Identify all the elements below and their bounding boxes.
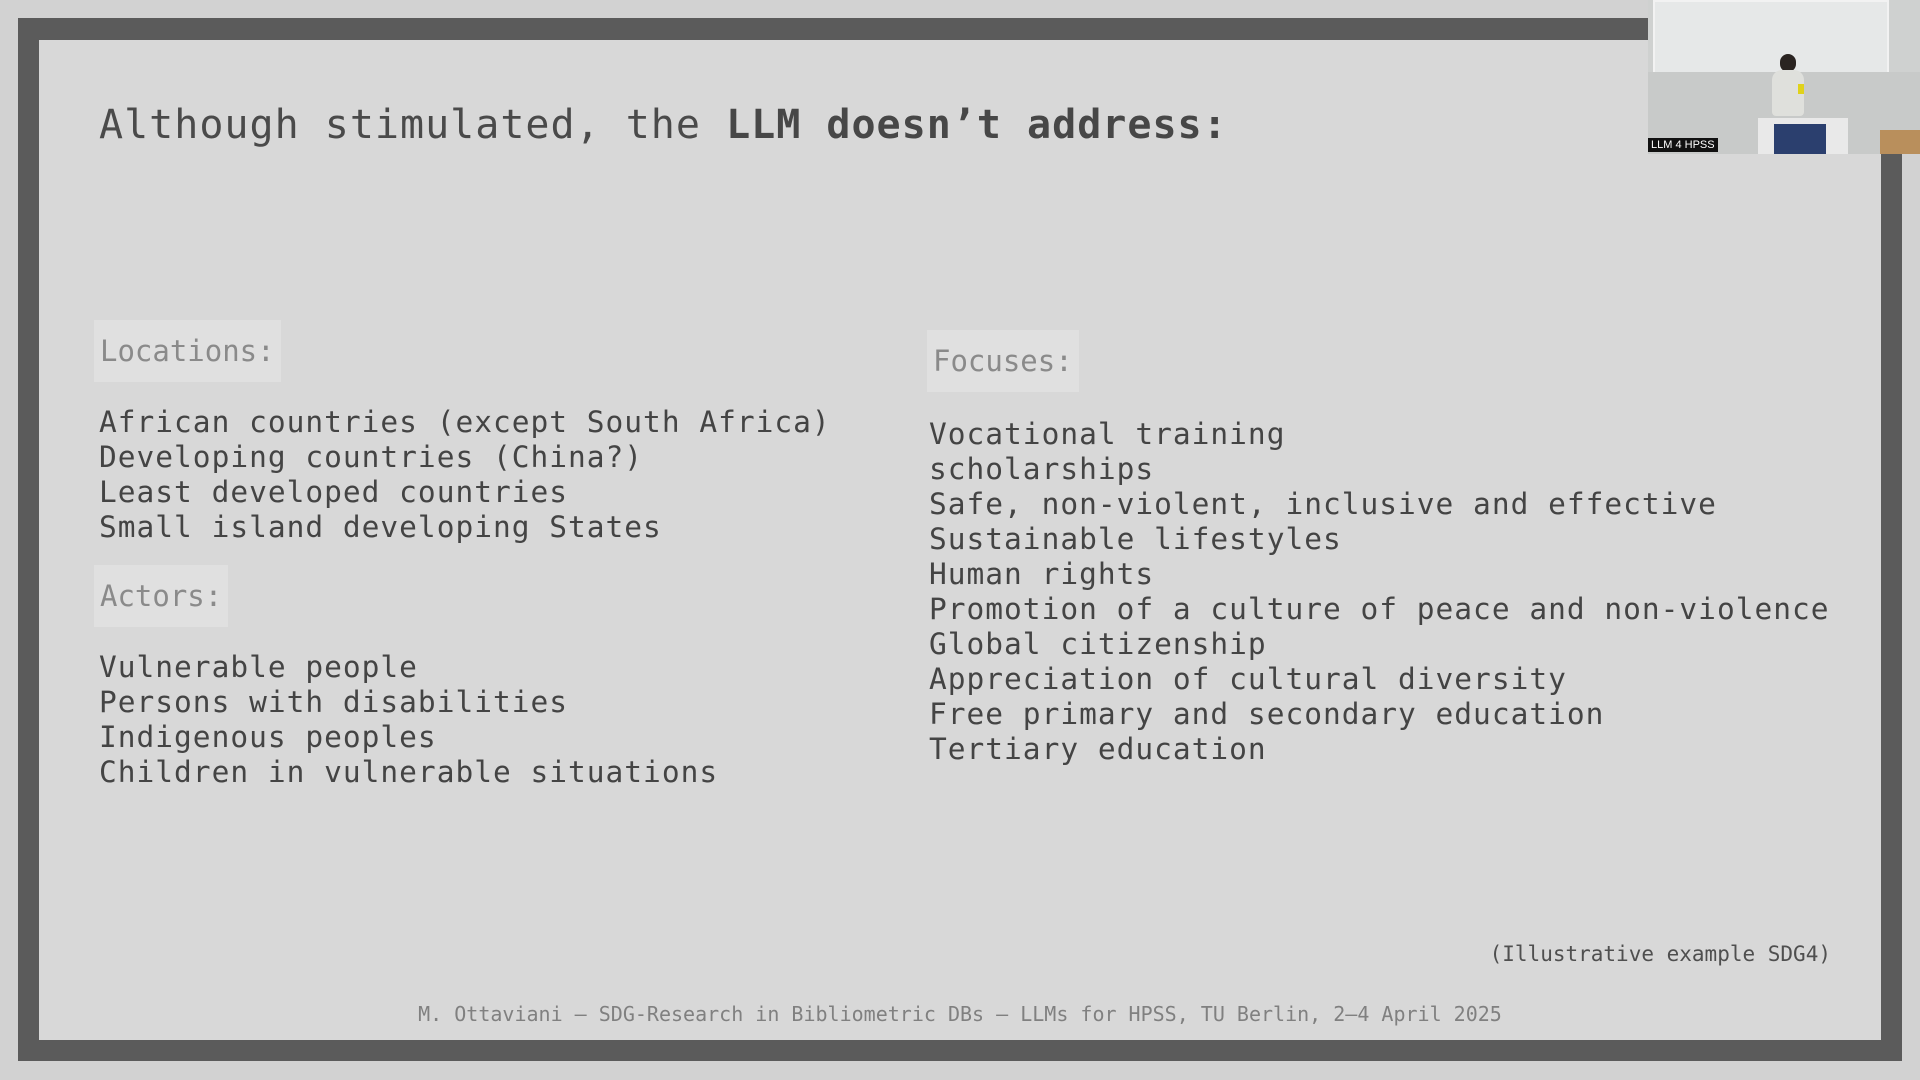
focuses-label: Focuses: [927, 330, 1079, 392]
list-item: Least developed countries [99, 475, 569, 509]
camera-label: LLM 4 HPSS [1648, 138, 1718, 152]
microphone-icon [1798, 84, 1804, 94]
slide-title: Although stimulated, the LLM doesn’t add… [99, 102, 1228, 148]
presentation-slide: Although stimulated, the LLM doesn’t add… [39, 40, 1881, 1040]
list-item: Promotion of a culture of peace and non-… [929, 592, 1830, 626]
list-item: Human rights [929, 557, 1155, 591]
wood-panel [1880, 130, 1920, 154]
list-item: Global citizenship [929, 627, 1267, 661]
slide-footer: M. Ottaviani – SDG-Research in Bibliomet… [418, 1002, 1502, 1026]
list-item: Children in vulnerable situations [99, 755, 719, 789]
lectern-panel [1774, 124, 1826, 154]
speaker-camera-overlay: LLM 4 HPSS [1648, 0, 1920, 154]
list-item: Small island developing States [99, 510, 662, 544]
list-item: Safe, non-violent, inclusive and effecti… [929, 487, 1717, 521]
slide-title-prefix: Although stimulated, the [99, 102, 727, 148]
list-item: Developing countries (China?) [99, 440, 644, 474]
list-item: Persons with disabilities [99, 685, 569, 719]
list-item: Vocational training [929, 417, 1286, 451]
list-item: Tertiary education [929, 732, 1267, 766]
actors-label: Actors: [94, 565, 229, 627]
focuses-list: Vocational training scholarships Safe, n… [929, 417, 1830, 767]
list-item: Vulnerable people [99, 650, 418, 684]
illustrative-note: (Illustrative example SDG4) [1489, 942, 1831, 966]
locations-label: Locations: [94, 320, 281, 382]
list-item: Indigenous peoples [99, 720, 437, 754]
projection-screen [1653, 0, 1889, 74]
list-item: Appreciation of cultural diversity [929, 662, 1567, 696]
locations-list: African countries (except South Africa) … [99, 405, 831, 545]
slide-title-bold: LLM doesn’t address: [726, 102, 1228, 148]
list-item: Sustainable lifestyles [929, 522, 1342, 556]
list-item: African countries (except South Africa) [99, 405, 831, 439]
list-item: scholarships [929, 452, 1155, 486]
list-item: Free primary and secondary education [929, 697, 1605, 731]
actors-list: Vulnerable people Persons with disabilit… [99, 650, 718, 790]
